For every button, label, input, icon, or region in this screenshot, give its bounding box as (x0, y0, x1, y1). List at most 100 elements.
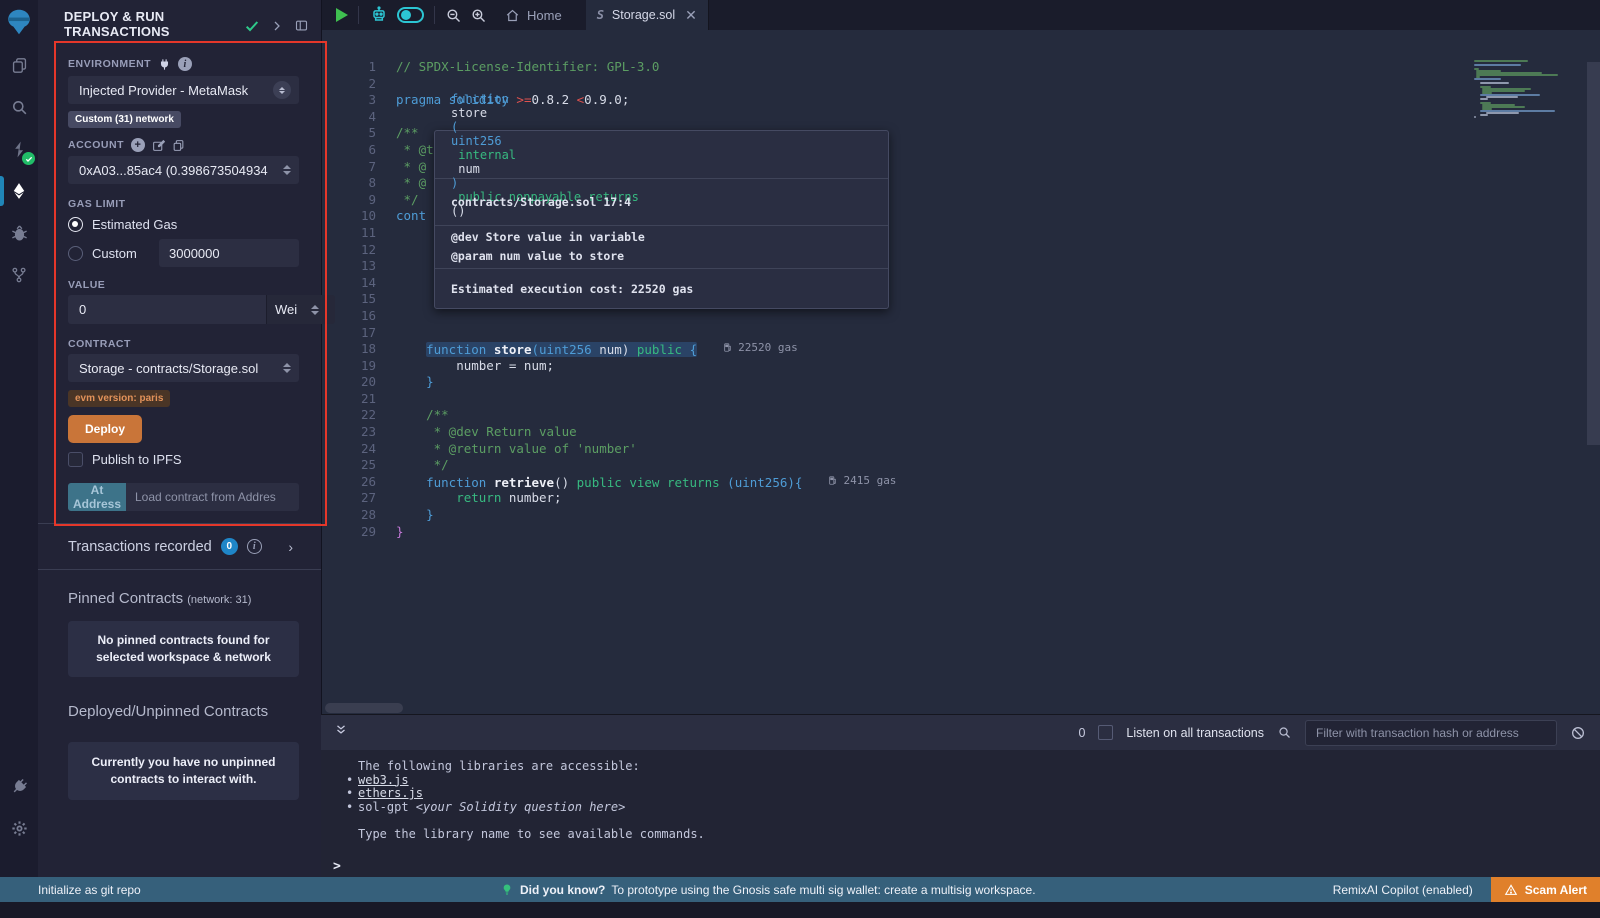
listen-transactions-checkbox[interactable] (1098, 725, 1113, 740)
code-line[interactable]: return number; (396, 490, 1470, 507)
line-number: 6 (322, 142, 392, 159)
plug-icon[interactable] (158, 58, 171, 71)
remix-ide-window: DEPLOY & RUN TRANSACTIONS ENVIRONMENT i … (0, 0, 1600, 918)
did-you-know-tip: Did you know? To prototype using the Gno… (500, 883, 1036, 897)
custom-gas-label: Custom (92, 246, 137, 261)
transactions-recorded-label: Transactions recorded (68, 539, 212, 555)
line-number: 10 (322, 208, 392, 225)
sidebar-item-deploy-and-run[interactable] (0, 170, 38, 212)
transactions-count-badge: 0 (221, 538, 238, 555)
terminal-output[interactable]: The following libraries are accessible: •… (321, 750, 1600, 877)
code-line[interactable]: * @return value of 'number' (396, 441, 1470, 458)
sidebar-item-solidity-compiler[interactable] (0, 128, 38, 170)
remix-logo-icon[interactable] (0, 0, 38, 44)
sidebar-item-plugin-manager[interactable] (0, 765, 38, 807)
line-number: 7 (322, 159, 392, 176)
code-line[interactable]: } (396, 507, 1470, 524)
terminal-filter-input[interactable] (1305, 720, 1557, 746)
scam-alert-button[interactable]: Scam Alert (1491, 877, 1600, 902)
edit-icon[interactable] (152, 139, 165, 152)
contract-select[interactable]: Storage - contracts/Storage.sol (68, 354, 299, 382)
estimated-gas-radio[interactable] (68, 217, 83, 232)
code-line[interactable]: // SPDX-License-Identifier: GPL-3.0 (396, 59, 1470, 76)
add-account-icon[interactable]: + (131, 138, 145, 152)
zoom-out-icon[interactable] (445, 7, 462, 24)
close-tab-icon[interactable]: ✕ (685, 7, 697, 24)
active-indicator (0, 176, 4, 206)
custom-gas-radio[interactable] (68, 246, 83, 261)
terminal-line: Type the library name to see available c… (321, 828, 1600, 842)
info-icon[interactable]: i (247, 539, 262, 554)
sidebar-item-git[interactable] (0, 254, 38, 296)
sidebar-item-search[interactable] (0, 86, 38, 128)
minimap[interactable] (1474, 60, 1584, 118)
at-address-input[interactable] (126, 483, 299, 511)
terminal-line: •sol-gpt <your Solidity question here> (321, 801, 1600, 815)
panel-title: DEPLOY & RUN TRANSACTIONS (64, 9, 170, 39)
terminal-line: •ethers.js (321, 787, 1600, 801)
code-line[interactable] (396, 391, 1470, 408)
search-icon (1277, 725, 1292, 740)
line-number: 28 (322, 507, 392, 524)
horizontal-scrollbar[interactable] (325, 703, 403, 713)
copilot-status[interactable]: RemixAI Copilot (enabled) (1333, 883, 1473, 897)
copilot-toggle[interactable] (397, 7, 424, 23)
code-line[interactable]: */ (396, 457, 1470, 474)
deploy-button[interactable]: Deploy (68, 415, 142, 443)
code-line[interactable] (396, 76, 1470, 93)
remixai-assistant-icon[interactable] (369, 5, 389, 25)
line-number: 24 (322, 441, 392, 458)
expand-terminal-icon[interactable] (334, 723, 348, 742)
code-line[interactable]: } (396, 374, 1470, 391)
chevron-right-icon[interactable] (271, 20, 283, 32)
code-line[interactable]: number = num; (396, 358, 1470, 375)
code-line[interactable]: * @dev Return value (396, 424, 1470, 441)
pin-panel-icon[interactable] (294, 18, 309, 33)
value-unit-select[interactable]: Wei (266, 295, 335, 324)
at-address-button[interactable]: At Address (68, 483, 126, 511)
tab-storage-sol[interactable]: S Storage.sol ✕ (586, 0, 709, 30)
code-line[interactable]: function retrieve() public view returns … (396, 474, 1470, 491)
terminal-link[interactable]: web3.js (358, 773, 409, 787)
line-number: 4 (322, 109, 392, 126)
tab-home[interactable]: Home (505, 8, 562, 23)
home-icon (505, 8, 520, 23)
run-script-button[interactable] (336, 8, 348, 22)
estimated-gas-label: Estimated Gas (92, 217, 177, 232)
deployed-contracts-heading: Deployed/Unpinned Contracts (38, 677, 321, 720)
custom-gas-input[interactable] (159, 239, 299, 267)
line-number: 8 (322, 175, 392, 192)
environment-select[interactable]: Injected Provider - MetaMask (68, 76, 299, 104)
line-number: 13 (322, 258, 392, 275)
account-select[interactable]: 0xA03...85ac4 (0.398673504934 (68, 156, 299, 184)
code-line[interactable] (396, 325, 1470, 342)
gas-estimate-annotation: 22520 gas (723, 341, 798, 354)
listen-transactions-label: Listen on all transactions (1126, 726, 1264, 740)
sidebar-item-settings[interactable] (0, 807, 38, 849)
line-number: 29 (322, 524, 392, 541)
divider (358, 6, 359, 24)
code-line[interactable]: } (396, 524, 1470, 541)
zoom-in-icon[interactable] (470, 7, 487, 24)
vertical-scrollbar[interactable] (1587, 62, 1600, 445)
code-line[interactable]: function store(uint256 num) public {2252… (396, 341, 1470, 358)
debugger-icon (10, 224, 29, 243)
code-area[interactable]: 1234567891011121314151617181920212223242… (322, 30, 1600, 714)
select-arrows-icon (273, 81, 291, 99)
publish-ipfs-checkbox[interactable] (68, 452, 83, 467)
clear-console-icon[interactable] (1570, 725, 1586, 741)
code-line[interactable] (396, 308, 1470, 325)
sidebar-item-debugger[interactable] (0, 212, 38, 254)
value-input[interactable] (68, 295, 266, 324)
code-line[interactable]: /** (396, 407, 1470, 424)
git-init-button[interactable]: Initialize as git repo (38, 883, 141, 897)
search-icon (10, 98, 29, 117)
deploy-run-panel: DEPLOY & RUN TRANSACTIONS ENVIRONMENT i … (38, 0, 321, 877)
terminal-line: The following libraries are accessible: (321, 760, 1600, 774)
terminal-prompt[interactable]: > (321, 860, 1600, 873)
sidebar-item-file-explorer[interactable] (0, 44, 38, 86)
terminal-link[interactable]: ethers.js (358, 786, 423, 800)
info-icon[interactable]: i (178, 57, 192, 71)
copy-icon[interactable] (172, 139, 185, 152)
chevron-right-icon[interactable]: › (288, 539, 293, 555)
